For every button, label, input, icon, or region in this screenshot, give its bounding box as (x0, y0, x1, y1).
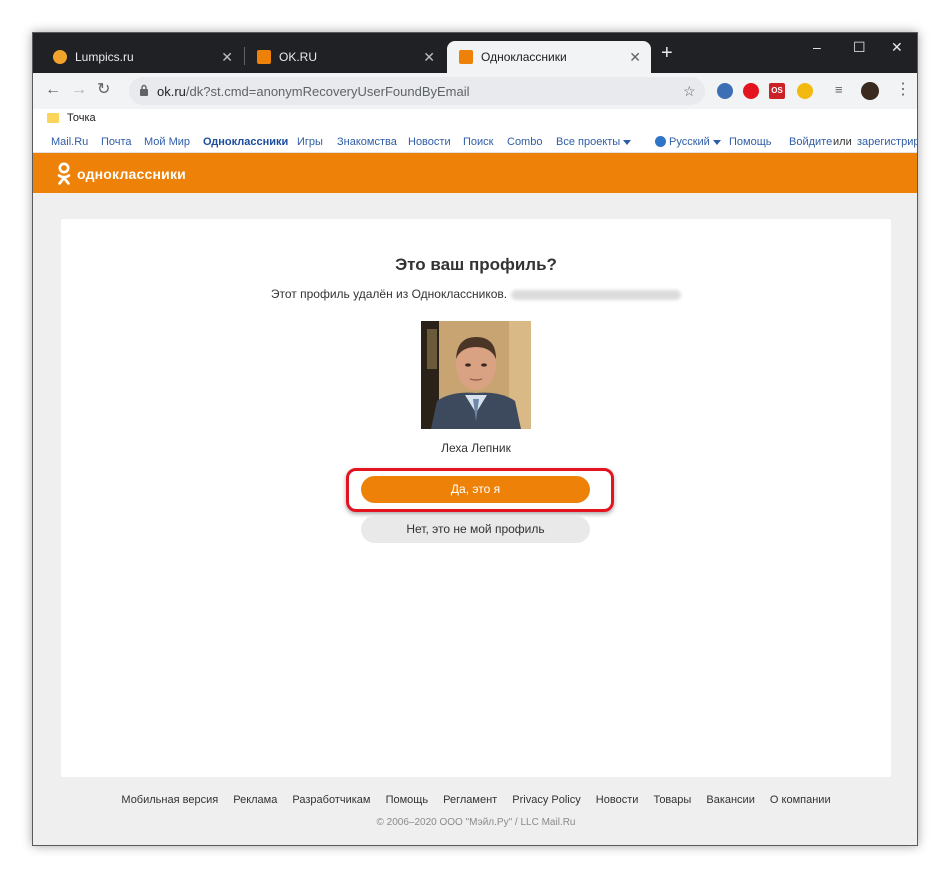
tab-title: OK.RU (279, 50, 318, 64)
blurred-date (511, 289, 682, 300)
portal-bar: Mail.Ru Почта Мой Мир Одноклассники Игры… (33, 131, 917, 153)
portal-link-help[interactable]: Помощь (729, 136, 772, 148)
profile-avatar-icon[interactable] (861, 82, 879, 100)
close-tab-icon[interactable]: ✕ (423, 49, 435, 66)
ok-favicon-icon (459, 50, 473, 64)
vpn-extension-icon[interactable] (717, 83, 733, 99)
portal-link-combo[interactable]: Combo (507, 136, 542, 148)
all-projects-label: Все проекты (556, 136, 621, 148)
ok-brand-name[interactable]: одноклассники (77, 166, 186, 182)
profile-name: Леха Лепник (441, 441, 511, 455)
close-tab-icon[interactable]: ✕ (221, 49, 233, 66)
lastpass-extension-icon[interactable]: OS (769, 83, 785, 99)
bookmark-star-icon[interactable]: ☆ (683, 83, 696, 100)
media-control-icon[interactable]: ≡ (835, 81, 843, 99)
portal-link-novosti[interactable]: Новости (408, 136, 451, 148)
portal-link-mailru[interactable]: Mail.Ru (51, 136, 88, 148)
close-window-button[interactable]: ✕ (891, 39, 903, 56)
minimize-button[interactable]: – (813, 39, 821, 55)
portal-link-igry[interactable]: Игры (297, 136, 323, 148)
bookmarks-bar: Точка (33, 109, 917, 131)
register-link[interactable]: зарегистриру (857, 136, 917, 148)
portal-link-pochta[interactable]: Почта (101, 136, 132, 148)
page-title: Это ваш профиль? (395, 255, 557, 274)
language-label: Русский (669, 136, 710, 148)
ok-header: одноклассники (33, 153, 917, 193)
confirm-profile-button[interactable]: Да, это я (361, 476, 590, 503)
close-tab-icon[interactable]: ✕ (629, 49, 641, 66)
menu-dots-icon[interactable]: ⋮ (895, 81, 911, 99)
tab-odnoklassniki-active[interactable]: Одноклассники ✕ (447, 41, 651, 73)
address-bar[interactable]: ok.ru/dk?st.cmd=anonymRecoveryUserFoundB… (129, 77, 705, 105)
back-arrow-icon[interactable]: ← (45, 81, 61, 99)
login-link[interactable]: Войдите (789, 136, 832, 148)
or-text: или (833, 136, 852, 148)
portal-link-all-projects[interactable]: Все проекты (556, 136, 632, 148)
globe-icon (655, 136, 666, 147)
footer-link[interactable]: Регламент (443, 794, 497, 806)
new-tab-button[interactable]: + (661, 43, 673, 63)
footer-link[interactable]: Privacy Policy (512, 794, 580, 806)
profile-status-text: Этот профиль удалён из Одноклассников. (61, 287, 891, 301)
browser-window: Lumpics.ru ✕ OK.RU ✕ Одноклассники ✕ + –… (32, 32, 918, 846)
footer-link[interactable]: Помощь (386, 794, 429, 806)
footer-link[interactable]: Новости (596, 794, 639, 806)
language-selector[interactable]: Русский (655, 136, 721, 148)
footer-link[interactable]: О компании (770, 794, 831, 806)
portal-link-odnoklassniki[interactable]: Одноклассники (203, 136, 288, 148)
deny-profile-button[interactable]: Нет, это не мой профиль (361, 516, 590, 543)
reload-icon[interactable]: ↻ (97, 81, 110, 99)
portal-link-moi-mir[interactable]: Мой Мир (144, 136, 190, 148)
deleted-notice: Этот профиль удалён из Одноклассников. (270, 287, 508, 301)
profile-card: Это ваш профиль? Этот профиль удалён из … (61, 219, 891, 777)
footer-link[interactable]: Мобильная версия (121, 794, 218, 806)
copyright: © 2006–2020 ООО "Мэйл.Ру" / LLC Mail.Ru (376, 817, 576, 828)
footer-link[interactable]: Товары (653, 794, 691, 806)
url-host: ok.ru (157, 83, 186, 99)
portal-link-znakomstva[interactable]: Знакомства (337, 136, 397, 148)
portal-link-poisk[interactable]: Поиск (463, 136, 493, 148)
footer-link[interactable]: Вакансии (706, 794, 755, 806)
ok-logo-icon[interactable] (57, 162, 71, 186)
lock-icon (140, 84, 148, 96)
forward-arrow-icon[interactable]: → (71, 81, 87, 99)
tab-title: Lumpics.ru (75, 50, 134, 64)
shield-extension-icon[interactable] (797, 83, 813, 99)
dropdown-caret-icon (623, 139, 632, 145)
tab-okru[interactable]: OK.RU ✕ (245, 41, 445, 73)
tab-lumpics[interactable]: Lumpics.ru ✕ (41, 41, 243, 73)
maximize-button[interactable]: ☐ (853, 39, 866, 56)
opera-extension-icon[interactable] (743, 83, 759, 99)
folder-icon (47, 113, 59, 123)
lumpics-favicon-icon (53, 50, 67, 64)
footer-link[interactable]: Реклама (233, 794, 277, 806)
dropdown-caret-icon (712, 139, 721, 145)
page-content: Mail.Ru Почта Мой Мир Одноклассники Игры… (33, 131, 917, 845)
url-path: /dk?st.cmd=anonymRecoveryUserFoundByEmai… (185, 83, 470, 99)
browser-toolbar: ← → ↻ ok.ru/dk?st.cmd=anonymRecoveryUser… (33, 73, 917, 109)
tab-title: Одноклассники (481, 50, 567, 64)
ok-favicon-icon (257, 50, 271, 64)
profile-photo (421, 321, 531, 429)
bookmark-tochka[interactable]: Точка (67, 112, 96, 124)
footer-links: Мобильная версия Реклама Разработчикам П… (33, 794, 917, 806)
footer-link[interactable]: Разработчикам (292, 794, 370, 806)
tab-strip: Lumpics.ru ✕ OK.RU ✕ Одноклассники ✕ + –… (33, 33, 917, 73)
